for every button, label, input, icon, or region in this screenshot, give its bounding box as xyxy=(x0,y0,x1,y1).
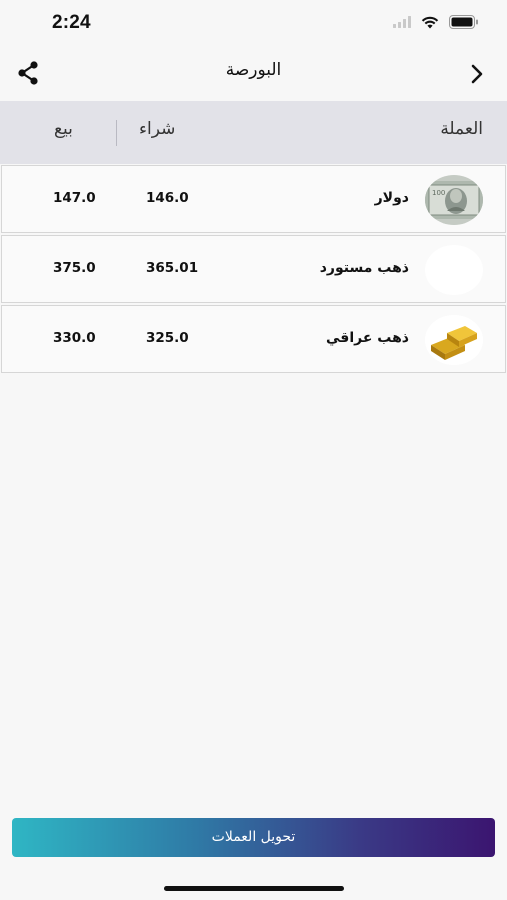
table-row-imported-gold[interactable]: ذهب مستورد 365.01 375.0 xyxy=(1,235,506,303)
nav-bar: البورصة xyxy=(0,48,507,100)
status-icons xyxy=(393,15,479,29)
row-buy-value: 325.0 xyxy=(146,330,189,346)
chevron-right-icon xyxy=(471,64,483,84)
cellular-signal-icon xyxy=(393,16,411,28)
row-sell-value: 330.0 xyxy=(53,330,96,346)
table-header: العملة شراء بيع xyxy=(0,101,507,164)
svg-text:100: 100 xyxy=(432,189,445,197)
header-divider xyxy=(116,120,117,146)
table-row-dollar[interactable]: 100 دولار 146.0 147.0 xyxy=(1,165,506,233)
status-bar: 2:24 xyxy=(0,0,507,48)
back-button[interactable] xyxy=(465,61,493,89)
row-currency-name: ذهب مستورد xyxy=(319,260,409,276)
column-header-sell: بيع xyxy=(54,119,73,139)
home-indicator xyxy=(164,886,344,891)
convert-currencies-button[interactable]: تحويل العملات xyxy=(12,818,495,857)
status-time: 2:24 xyxy=(52,12,91,33)
column-header-buy: شراء xyxy=(139,119,176,139)
wifi-icon xyxy=(421,16,439,28)
column-header-currency: العملة xyxy=(440,119,483,139)
row-sell-value: 147.0 xyxy=(53,190,96,206)
gold-bars-thumbnail xyxy=(425,315,483,365)
row-buy-value: 146.0 xyxy=(146,190,189,206)
page-title: البورصة xyxy=(225,60,282,80)
row-currency-name: ذهب عراقي xyxy=(326,330,409,346)
row-sell-value: 375.0 xyxy=(53,260,96,276)
table-row-iraqi-gold[interactable]: ذهب عراقي 325.0 330.0 xyxy=(1,305,506,373)
row-buy-value: 365.01 xyxy=(146,260,199,276)
blank-thumbnail xyxy=(425,245,483,295)
row-currency-name: دولار xyxy=(374,190,409,206)
dollar-bill-thumbnail: 100 xyxy=(425,175,483,225)
battery-icon xyxy=(449,15,478,29)
